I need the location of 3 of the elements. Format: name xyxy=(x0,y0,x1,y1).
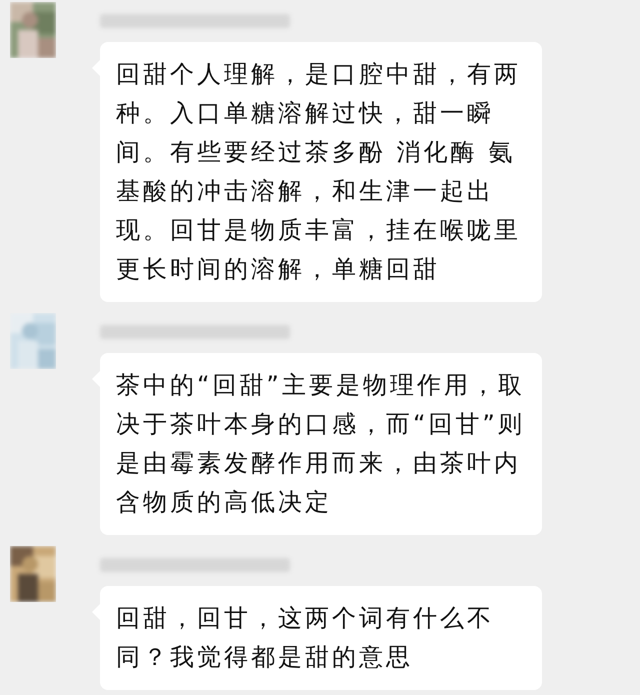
message-bubble: 茶中的“回甜”主要是物理作用，取决于茶叶本身的口感，而“回甘”则是由霉素发酵作用而来，由茶叶内含物质的高低决定 xyxy=(100,353,542,535)
message-bubble: 回甜，回甘，这两个词有什么不同？我觉得都是甜的意思 xyxy=(100,586,542,690)
message-bubble: 回甜个人理解，是口腔中甜，有两种。入口单糖溶解过快，甜一瞬间。有些要经过茶多酚 消化酶 氨基酸的冲击溶解，和生津一起出现。回甘是物质丰富，挂在喉咙里更长时间的溶解，单糖回甜 xyxy=(100,42,542,302)
